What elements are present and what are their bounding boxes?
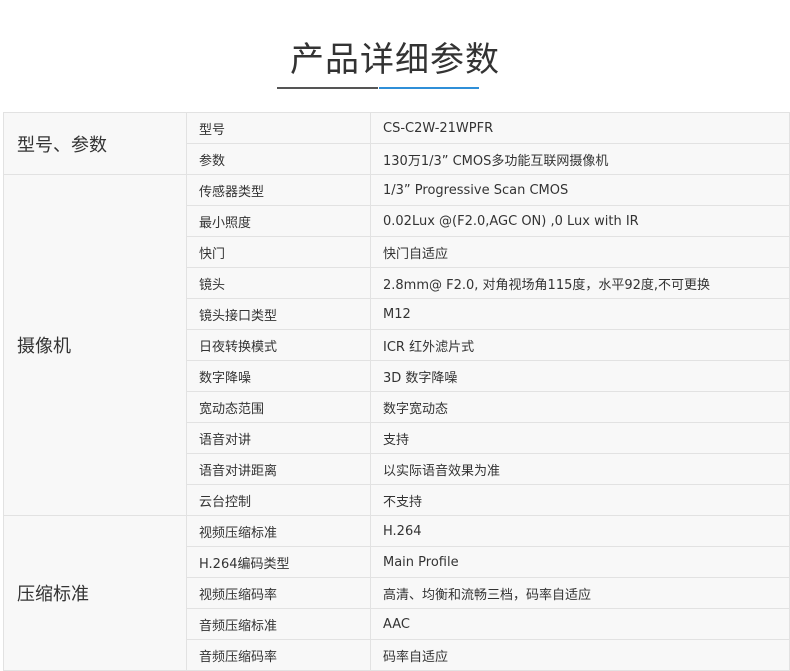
- spec-label: 镜头: [186, 267, 371, 299]
- spec-value: 高清、均衡和流畅三档，码率自适应: [370, 577, 790, 609]
- spec-label: 最小照度: [186, 205, 371, 237]
- table-row: 型号、参数 型号 CS-C2W-21WPFR: [3, 112, 790, 175]
- spec-label: 语音对讲: [186, 422, 371, 454]
- spec-label: 快门: [186, 236, 371, 268]
- spec-value: CS-C2W-21WPFR: [370, 112, 790, 144]
- group-name: 型号、参数: [3, 112, 187, 175]
- spec-table: 型号、参数 型号 CS-C2W-21WPFR 参数 130万1/3” CMOS多…: [3, 112, 790, 671]
- spec-label: 型号: [186, 112, 371, 144]
- spec-label: 宽动态范围: [186, 391, 371, 423]
- spec-label: 数字降噪: [186, 360, 371, 392]
- group-name: 摄像机: [3, 174, 187, 516]
- title-underline-left: [277, 87, 378, 89]
- spec-label: H.264编码类型: [186, 546, 371, 578]
- spec-value: AAC: [370, 608, 790, 640]
- spec-label: 传感器类型: [186, 174, 371, 206]
- table-row: 压缩标准 视频压缩标准 H.264: [3, 515, 790, 671]
- page-header: 产品详细参数: [0, 0, 790, 112]
- title-underline-right: [379, 87, 479, 89]
- spec-label: 镜头接口类型: [186, 298, 371, 330]
- spec-value: 以实际语音效果为准: [370, 453, 790, 485]
- spec-label: 日夜转换模式: [186, 329, 371, 361]
- spec-value: 2.8mm@ F2.0, 对角视场角115度，水平92度,不可更换: [370, 267, 790, 299]
- spec-value: 0.02Lux @(F2.0,AGC ON) ,0 Lux with IR: [370, 205, 790, 237]
- group-name: 压缩标准: [3, 515, 187, 671]
- spec-label: 音频压缩码率: [186, 639, 371, 671]
- spec-value: Main Profile: [370, 546, 790, 578]
- spec-value: H.264: [370, 515, 790, 547]
- spec-label: 参数: [186, 143, 371, 175]
- spec-value: 码率自适应: [370, 639, 790, 671]
- spec-value: 数字宽动态: [370, 391, 790, 423]
- spec-value: 130万1/3” CMOS多功能互联网摄像机: [370, 143, 790, 175]
- spec-value: 3D 数字降噪: [370, 360, 790, 392]
- spec-label: 语音对讲距离: [186, 453, 371, 485]
- spec-value: ICR 红外滤片式: [370, 329, 790, 361]
- spec-label: 音频压缩标准: [186, 608, 371, 640]
- spec-value: 1/3” Progressive Scan CMOS: [370, 174, 790, 206]
- spec-value: 支持: [370, 422, 790, 454]
- table-row: 摄像机 传感器类型 1/3” Progressive Scan CMOS: [3, 174, 790, 516]
- spec-value: M12: [370, 298, 790, 330]
- spec-value: 不支持: [370, 484, 790, 516]
- spec-label: 视频压缩标准: [186, 515, 371, 547]
- spec-label: 视频压缩码率: [186, 577, 371, 609]
- spec-value: 快门自适应: [370, 236, 790, 268]
- spec-label: 云台控制: [186, 484, 371, 516]
- page-title: 产品详细参数: [290, 40, 500, 80]
